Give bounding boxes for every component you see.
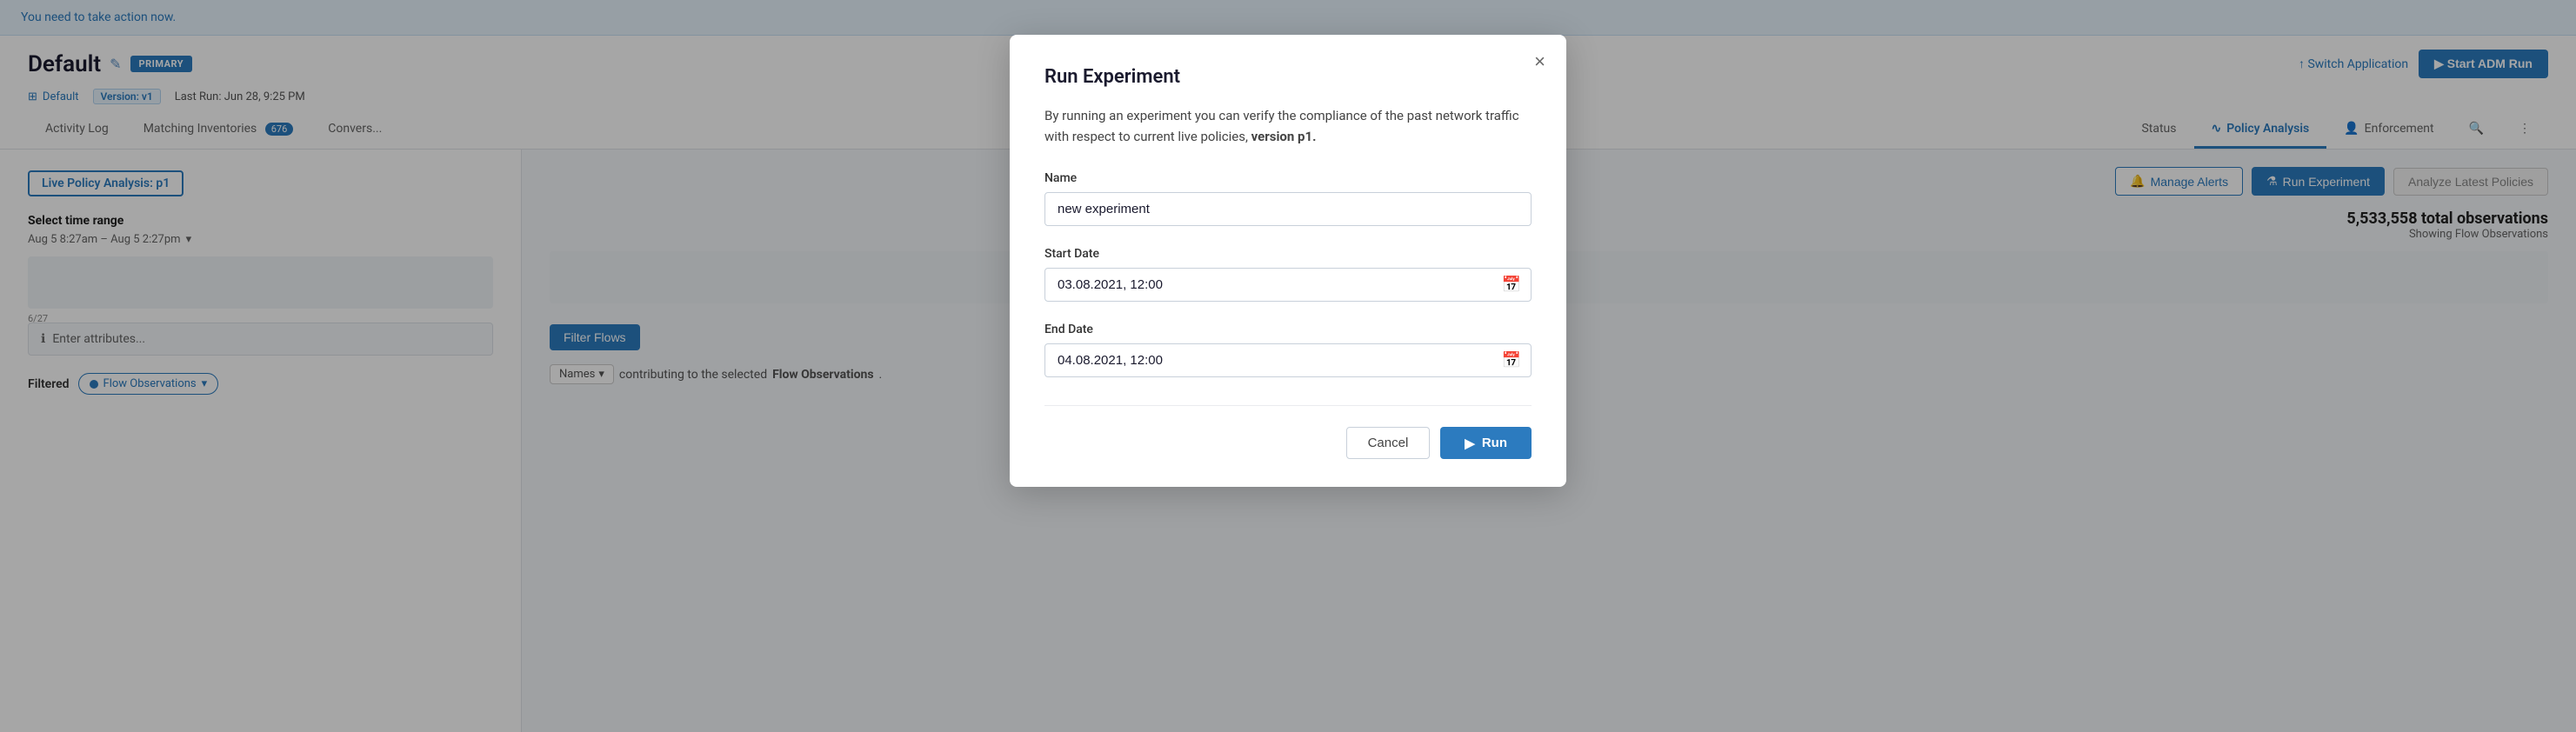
start-date-form-group: Start Date 📅 <box>1044 247 1532 302</box>
run-experiment-modal: Run Experiment × By running an experimen… <box>1010 35 1566 487</box>
cancel-button[interactable]: Cancel <box>1346 427 1431 459</box>
modal-bold-version: version p1. <box>1251 129 1317 144</box>
start-date-label: Start Date <box>1044 247 1532 261</box>
modal-footer: Cancel ▶ Run <box>1044 405 1532 459</box>
start-date-input[interactable] <box>1044 268 1532 302</box>
modal-close-button[interactable]: × <box>1534 52 1545 71</box>
modal-overlay: Run Experiment × By running an experimen… <box>0 0 2576 732</box>
end-date-label: End Date <box>1044 323 1532 336</box>
name-form-group: Name <box>1044 171 1532 226</box>
modal-description: By running an experiment you can verify … <box>1044 105 1532 147</box>
name-label: Name <box>1044 171 1532 185</box>
end-date-input[interactable] <box>1044 343 1532 377</box>
run-button[interactable]: ▶ Run <box>1440 427 1532 459</box>
end-date-input-wrap: 📅 <box>1044 343 1532 377</box>
start-date-input-wrap: 📅 <box>1044 268 1532 302</box>
name-input[interactable] <box>1044 192 1532 226</box>
end-date-form-group: End Date 📅 <box>1044 323 1532 377</box>
modal-title: Run Experiment <box>1044 66 1532 88</box>
run-icon: ▶ <box>1465 436 1475 451</box>
